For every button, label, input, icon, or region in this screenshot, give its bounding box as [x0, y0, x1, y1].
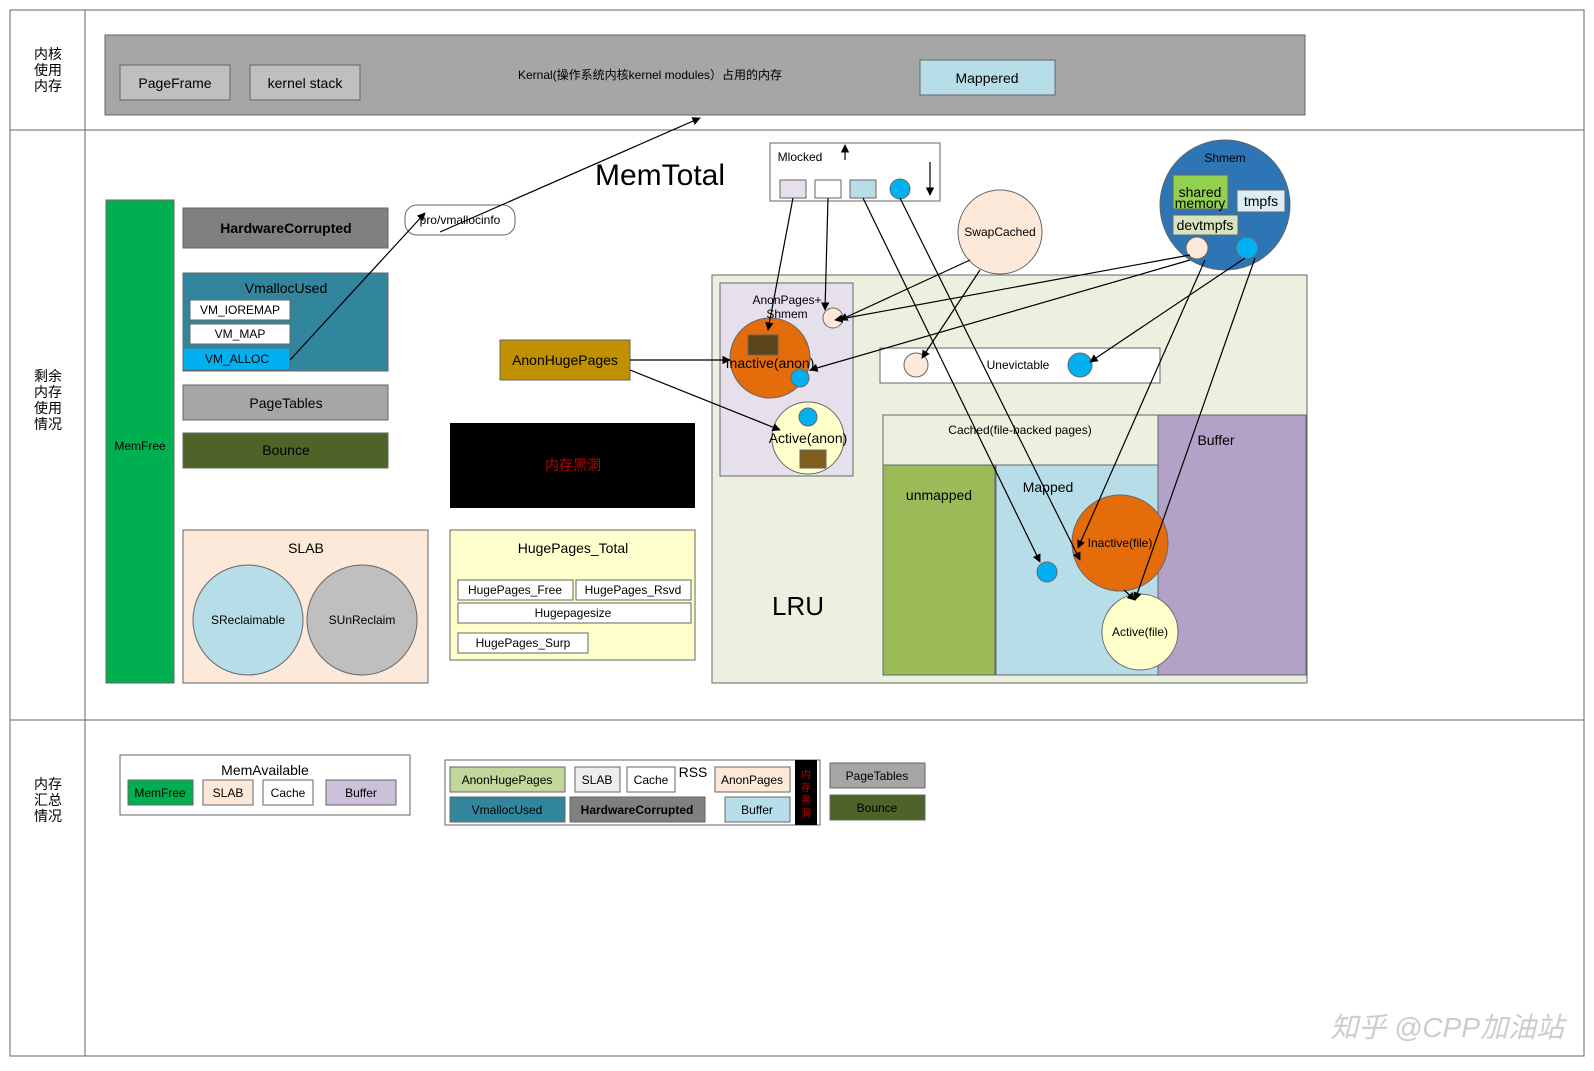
- pagetables-label: PageTables: [249, 395, 322, 411]
- vm-alloc: VM_ALLOC: [205, 352, 269, 366]
- svg-text:Buffer: Buffer: [1197, 432, 1234, 448]
- kstack-label: kernel stack: [268, 75, 344, 91]
- memory-diagram: text{font-family:Arial,"Microsoft YaHei"…: [0, 0, 1594, 1066]
- row-label-kernel: 内核使用内存: [34, 46, 62, 94]
- svg-text:Buffer: Buffer: [741, 803, 773, 817]
- svg-text:MemFree: MemFree: [134, 786, 186, 800]
- svg-text:Inactive(file): Inactive(file): [1088, 536, 1153, 550]
- svg-text:Active(file): Active(file): [1112, 625, 1168, 639]
- huge-title: HugePages_Total: [518, 540, 629, 556]
- kernel-note: Kernal(操作系统内核kernel modules）占用的内存: [518, 67, 782, 82]
- proc-label: pro/vmallocinfo: [420, 213, 501, 227]
- svg-text:AnonHugePages: AnonHugePages: [462, 773, 553, 787]
- memavailable-label: MemAvailable: [221, 762, 309, 778]
- svg-text:HardwareCorrupted: HardwareCorrupted: [581, 803, 694, 817]
- svg-text:HugePages_Free: HugePages_Free: [468, 583, 562, 597]
- svg-text:Hugepagesize: Hugepagesize: [535, 606, 612, 620]
- mlocked-label: Mlocked: [778, 150, 823, 164]
- svg-text:unmapped: unmapped: [906, 487, 972, 503]
- svg-text:Cache: Cache: [271, 786, 306, 800]
- svg-text:SLAB: SLAB: [582, 773, 613, 787]
- svg-text:HugePages_Rsvd: HugePages_Rsvd: [585, 583, 682, 597]
- svg-text:Active(anon): Active(anon): [769, 430, 848, 446]
- memtotal-title: MemTotal: [595, 159, 725, 192]
- hw-label: HardwareCorrupted: [220, 220, 351, 236]
- bounce-label: Bounce: [262, 442, 310, 458]
- cached-label: Cached(file-backed pages): [948, 423, 1091, 437]
- vm-ioremap: VM_IOREMAP: [200, 303, 280, 317]
- svg-text:Mapped: Mapped: [1023, 479, 1074, 495]
- svg-text:tmpfs: tmpfs: [1244, 193, 1278, 209]
- svg-text:SwapCached: SwapCached: [964, 225, 1035, 239]
- vm-map: VM_MAP: [215, 327, 266, 341]
- blackhole-label: 内存黑洞: [545, 457, 601, 473]
- svg-text:SReclaimable: SReclaimable: [211, 613, 285, 627]
- buffer-box: [1158, 415, 1306, 675]
- mappered-label: Mappered: [955, 70, 1018, 86]
- row-label-remain: 剩余内存使用情况: [34, 368, 62, 432]
- shared-mem-label: sharedmemory: [1175, 184, 1226, 211]
- shmem-label: Shmem: [1204, 151, 1245, 165]
- svg-text:Cache: Cache: [634, 773, 669, 787]
- memfree-label: MemFree: [114, 439, 166, 453]
- slab-label: SLAB: [288, 540, 324, 556]
- svg-text:VmallocUsed: VmallocUsed: [472, 803, 543, 817]
- rss-label: RSS: [679, 764, 708, 780]
- svg-text:AnonPages: AnonPages: [721, 773, 783, 787]
- svg-text:devtmpfs: devtmpfs: [1177, 217, 1234, 233]
- svg-text:SUnReclaim: SUnReclaim: [329, 613, 396, 627]
- svg-text:HugePages_Surp: HugePages_Surp: [476, 636, 571, 650]
- vmalloc-label: VmallocUsed: [245, 280, 327, 296]
- svg-text:PageTables: PageTables: [846, 769, 909, 783]
- svg-text:Buffer: Buffer: [345, 786, 377, 800]
- svg-text:SLAB: SLAB: [213, 786, 244, 800]
- row-label-summary: 内存汇总情况: [34, 776, 62, 824]
- unevictable-label: Unevictable: [987, 358, 1050, 372]
- svg-text:Bounce: Bounce: [857, 801, 898, 815]
- pageframe-label: PageFrame: [138, 75, 211, 91]
- lru-label: LRU: [772, 591, 824, 621]
- anonhuge-label: AnonHugePages: [512, 352, 618, 368]
